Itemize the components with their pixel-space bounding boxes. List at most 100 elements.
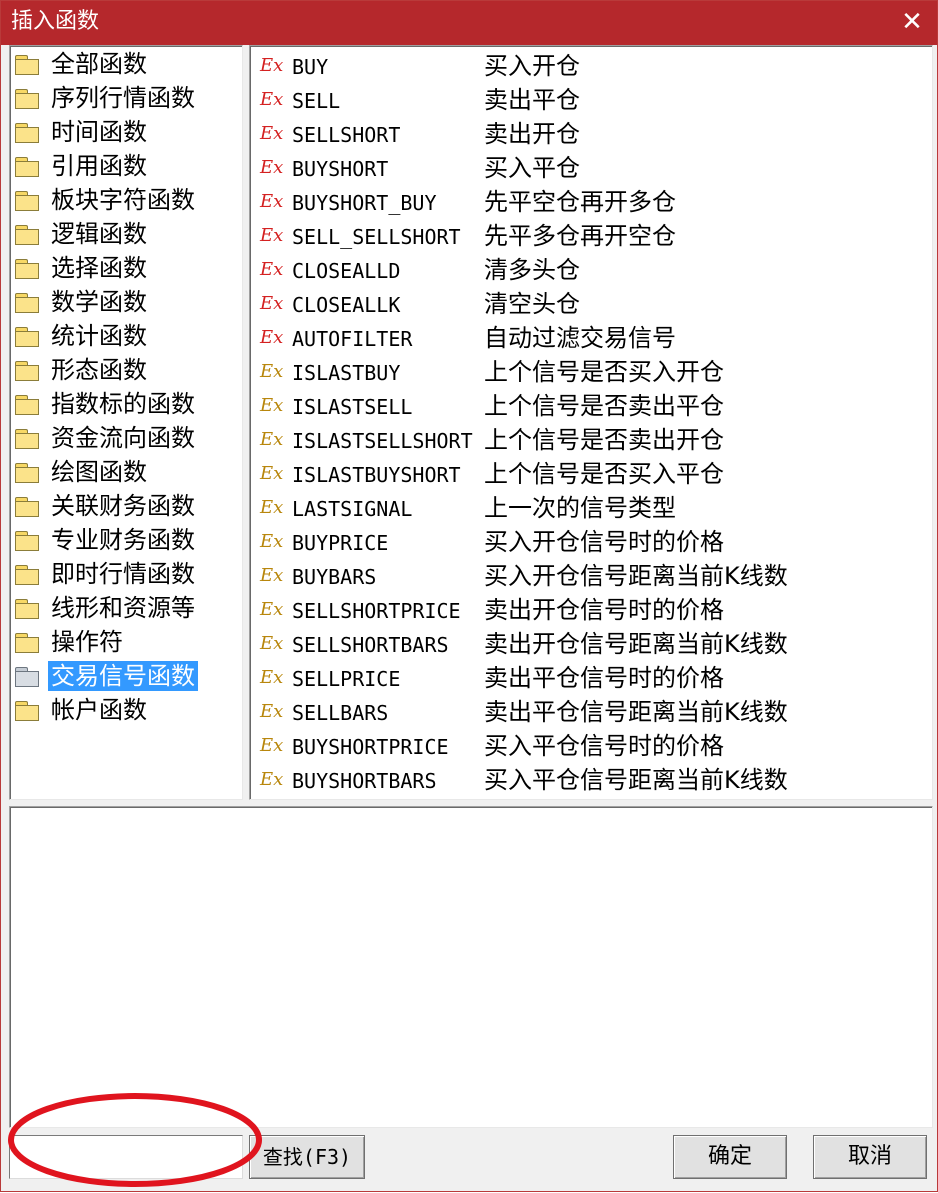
function-row[interactable]: Ex BUYSHORTPRICE 买入平仓信号时的价格 [260,730,920,764]
category-label: 线形和资源等 [51,594,195,622]
function-description: 自动过滤交易信号 [484,324,676,352]
function-icon: Ex [260,395,284,416]
category-item[interactable]: 线形和资源等 [14,592,198,624]
category-label: 操作符 [51,628,123,656]
function-row[interactable]: Ex BUYSHORT_BUY 先平空仓再开多仓 [260,186,920,220]
function-row[interactable]: Ex CLOSEALLK 清空头仓 [260,288,920,322]
function-name: AUTOFILTER [292,327,413,351]
function-row[interactable]: Ex CLOSEALLD 清多头仓 [260,254,920,288]
category-label: 全部函数 [51,50,147,78]
function-description-box [9,806,933,1128]
folder-icon [14,563,40,585]
function-row[interactable]: Ex BUYSHORT 买入平仓 [260,152,920,186]
function-icon: Ex [260,89,284,110]
function-row[interactable]: Ex SELLSHORTBARS 卖出开仓信号距离当前K线数 [260,628,920,662]
function-row[interactable]: Ex ISLASTSELL 上个信号是否卖出平仓 [260,390,920,424]
function-row[interactable]: Ex BUYPRICE 买入开仓信号时的价格 [260,526,920,560]
function-description: 买入平仓信号距离当前K线数 [484,766,788,794]
function-description: 先平多仓再开空仓 [484,222,676,250]
function-description: 卖出开仓信号时的价格 [484,596,724,624]
find-button[interactable]: 查找(F3) [249,1135,365,1179]
folder-icon [14,359,40,381]
function-icon: Ex [260,259,284,280]
category-label: 时间函数 [51,118,147,146]
open-folder-icon [14,665,40,687]
function-row[interactable]: Ex BUYBARS 买入开仓信号距离当前K线数 [260,560,920,594]
category-item[interactable]: 逻辑函数 [14,218,150,250]
category-item[interactable]: 绘图函数 [14,456,150,488]
function-name: ISLASTSELLSHORT [292,429,473,453]
function-row[interactable]: Ex LASTSIGNAL 上一次的信号类型 [260,492,920,526]
function-description: 买入开仓信号距离当前K线数 [484,562,788,590]
function-description: 上一次的信号类型 [484,494,676,522]
function-description: 清空头仓 [484,290,580,318]
function-name: ISLASTBUYSHORT [292,463,461,487]
function-name: SELLBARS [292,701,389,725]
function-row[interactable]: Ex SELLSHORT 卖出开仓 [260,118,920,152]
category-item[interactable]: 引用函数 [14,150,150,182]
function-name: BUYSHORT [292,157,389,181]
category-label: 形态函数 [51,356,147,384]
category-item[interactable]: 时间函数 [14,116,150,148]
category-item[interactable]: 板块字符函数 [14,184,198,216]
function-icon: Ex [260,225,284,246]
function-row[interactable]: Ex ISLASTBUY 上个信号是否买入开仓 [260,356,920,390]
function-icon: Ex [260,361,284,382]
function-row[interactable]: Ex AUTOFILTER 自动过滤交易信号 [260,322,920,356]
category-item[interactable]: 即时行情函数 [14,558,198,590]
function-row[interactable]: Ex SELLBARS 卖出平仓信号距离当前K线数 [260,696,920,730]
ok-button[interactable]: 确定 [673,1135,787,1179]
function-row[interactable]: Ex BUY 买入开仓 [260,50,920,84]
function-description: 卖出开仓信号距离当前K线数 [484,630,788,658]
cancel-button[interactable]: 取消 [813,1135,927,1179]
folder-icon [14,461,40,483]
function-icon: Ex [260,701,284,722]
category-label: 序列行情函数 [51,84,195,112]
category-item[interactable]: 专业财务函数 [14,524,198,556]
function-row[interactable]: Ex BUYSHORTBARS 买入平仓信号距离当前K线数 [260,764,920,798]
function-row[interactable]: Ex SELLSHORTPRICE 卖出开仓信号时的价格 [260,594,920,628]
function-row[interactable]: Ex SELL_SELLSHORT 先平多仓再开空仓 [260,220,920,254]
function-row[interactable]: Ex ISLASTSELLSHORT 上个信号是否卖出开仓 [260,424,920,458]
search-input[interactable] [9,1135,243,1179]
function-icon: Ex [260,429,284,450]
category-label: 板块字符函数 [51,186,195,214]
category-item[interactable]: 帐户函数 [14,694,150,726]
function-icon: Ex [260,293,284,314]
function-icon: Ex [260,667,284,688]
category-label: 专业财务函数 [51,526,195,554]
function-name: SELLSHORTBARS [292,633,449,657]
function-icon: Ex [260,565,284,586]
category-item[interactable]: 形态函数 [14,354,150,386]
category-item[interactable]: 交易信号函数 [14,660,198,692]
function-icon: Ex [260,735,284,756]
category-item[interactable]: 数学函数 [14,286,150,318]
function-name: SELLSHORTPRICE [292,599,461,623]
category-item[interactable]: 操作符 [14,626,126,658]
category-item[interactable]: 序列行情函数 [14,82,198,114]
function-name: SELLPRICE [292,667,401,691]
folder-icon [14,257,40,279]
category-item[interactable]: 选择函数 [14,252,150,284]
insert-function-dialog: 插入函数 ✕ 全部函数序列行情函数 时间函数引用函数板块字符函数逻辑函数 选择函数数… [0,0,938,1192]
function-row[interactable]: Ex SELLPRICE 卖出平仓信号时的价格 [260,662,920,696]
function-row[interactable]: Ex ISLASTBUYSHORT 上个信号是否买入平仓 [260,458,920,492]
category-label: 引用函数 [51,152,147,180]
close-icon[interactable]: ✕ [895,5,929,39]
dialog-title: 插入函数 [11,9,100,34]
category-label: 帐户函数 [51,696,147,724]
function-row[interactable]: Ex SELL 卖出平仓 [260,84,920,118]
category-list: 全部函数序列行情函数 时间函数引用函数板块字符函数逻辑函数 选择函数 数学函数 统计函数… [9,45,243,800]
category-label: 即时行情函数 [51,560,195,588]
category-item[interactable]: 全部函数 [14,48,150,80]
category-item[interactable]: 指数标的函数 [14,388,198,420]
folder-icon [14,427,40,449]
category-item[interactable]: 统计函数 [14,320,150,352]
folder-icon [14,325,40,347]
category-item[interactable]: 资金流向函数 [14,422,198,454]
folder-icon [14,189,40,211]
category-item[interactable]: 关联财务函数 [14,490,198,522]
function-description: 买入开仓 [484,52,580,80]
function-description: 买入开仓信号时的价格 [484,528,724,556]
function-name: BUY [292,55,329,79]
